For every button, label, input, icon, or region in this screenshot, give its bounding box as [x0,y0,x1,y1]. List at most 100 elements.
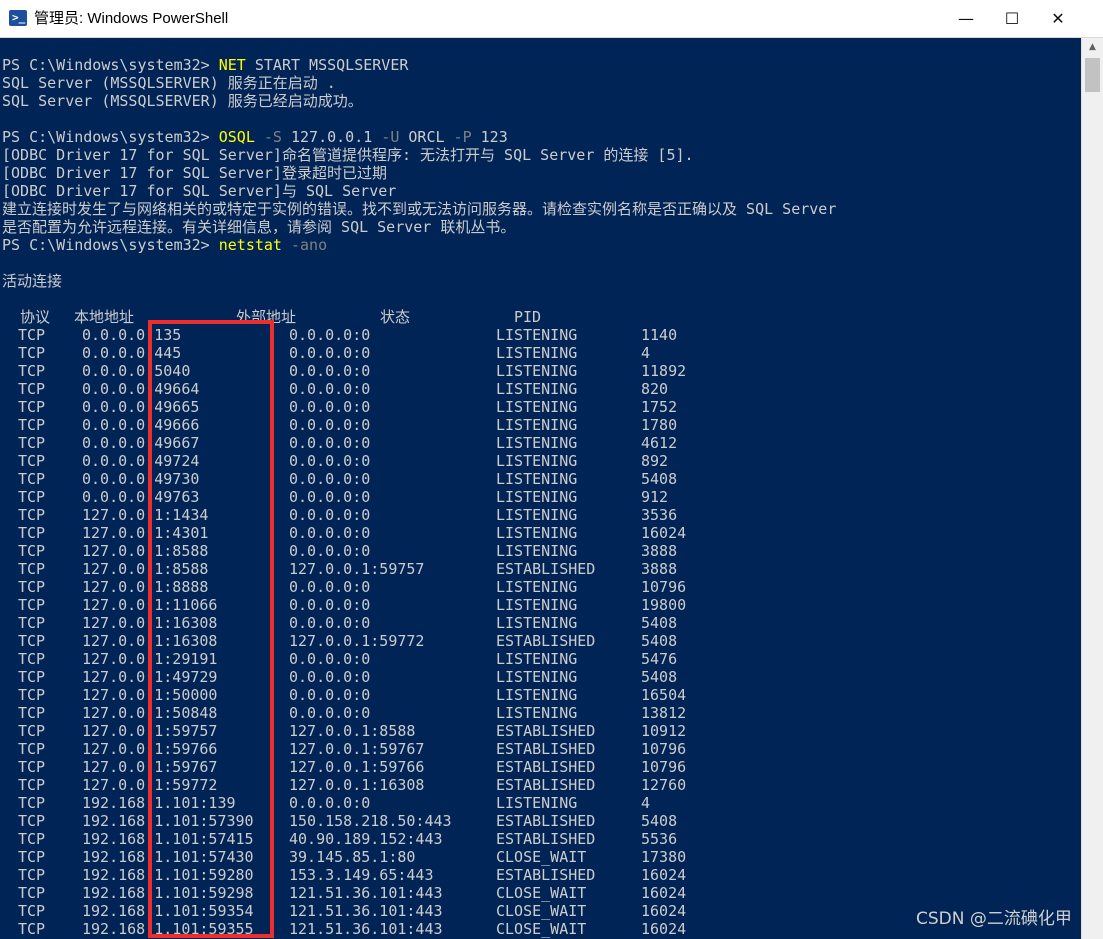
close-button[interactable]: ✕ [1035,0,1081,37]
cell-foreign-address: 127.0.0.1:8588 [289,722,416,740]
cell-foreign-address: 0.0.0.0:0 [289,524,371,542]
cell-proto: TCP [18,362,46,380]
cell-state: CLOSE_WAIT [496,902,587,920]
cell-proto: TCP [18,524,46,542]
cell-proto: TCP [18,632,46,650]
scroll-thumb[interactable] [1085,58,1100,92]
header-local-address: 本地地址 [74,308,135,326]
cell-pid: 1140 [641,326,678,344]
cell-proto: TCP [18,722,46,740]
cell-foreign-address: 0.0.0.0:0 [289,362,371,380]
cell-pid: 16024 [641,524,687,542]
cell-proto: TCP [18,326,46,344]
cell-state: LISTENING [496,488,578,506]
cell-state: LISTENING [496,416,578,434]
output-line: SQL Server (MSSQLSERVER) 服务已经启动成功。 [2,92,363,110]
cell-proto: TCP [18,488,46,506]
cell-state: ESTABLISHED [496,812,596,830]
prompt-line-netstat: PS C:\Windows\system32> netstat -ano [2,236,327,254]
maximize-button[interactable]: ☐ [989,0,1035,37]
cell-proto: TCP [18,848,46,866]
cell-proto: TCP [18,578,46,596]
cell-state: ESTABLISHED [496,866,596,884]
command-name: OSQL [218,128,255,146]
cell-proto: TCP [18,740,46,758]
header-proto: 协议 [20,308,51,326]
cell-proto: TCP [18,344,46,362]
cell-foreign-address: 39.145.85.1:80 [289,848,416,866]
cell-pid: 16504 [641,686,687,704]
output-line: [ODBC Driver 17 for SQL Server]与 SQL Ser… [2,182,397,200]
cell-foreign-address: 127.0.0.1:16308 [289,776,425,794]
cell-foreign-address: 0.0.0.0:0 [289,686,371,704]
title-bar[interactable]: >_ 管理员: Windows PowerShell — ☐ ✕ [0,0,1103,38]
cell-pid: 16024 [641,902,687,920]
cell-state: LISTENING [496,578,578,596]
cell-state: LISTENING [496,704,578,722]
cell-foreign-address: 0.0.0.0:0 [289,380,371,398]
scroll-up-arrow-icon[interactable]: ▲ [1082,38,1103,56]
cell-pid: 5408 [641,668,678,686]
cell-pid: 5408 [641,614,678,632]
cell-pid: 1780 [641,416,678,434]
cell-foreign-address: 121.51.36.101:443 [289,884,443,902]
prompt-line-net-start: PS C:\Windows\system32> NET START MSSQLS… [2,56,408,74]
cell-pid: 4 [641,344,651,362]
header-state: 状态 [380,308,411,326]
cell-proto: TCP [18,686,46,704]
cell-pid: 10796 [641,758,687,776]
cell-pid: 5536 [641,830,678,848]
cell-state: LISTENING [496,614,578,632]
cell-pid: 1752 [641,398,678,416]
cell-state: LISTENING [496,596,578,614]
vertical-scrollbar[interactable]: ▲ [1081,38,1103,939]
cell-state: ESTABLISHED [496,722,596,740]
cell-pid: 17380 [641,848,687,866]
command-name: netstat [218,236,282,254]
minimize-button[interactable]: — [943,0,989,37]
cell-foreign-address: 0.0.0.0:0 [289,794,371,812]
param-flag: -U [372,128,400,146]
cell-proto: TCP [18,830,46,848]
cell-proto: TCP [18,704,46,722]
cell-foreign-address: 0.0.0.0:0 [289,470,371,488]
command-args: -ano [281,236,328,254]
cell-state: LISTENING [496,470,578,488]
section-title: 活动连接 [2,272,63,290]
cell-pid: 912 [641,488,669,506]
cell-proto: TCP [18,794,46,812]
cell-foreign-address: 0.0.0.0:0 [289,434,371,452]
cell-foreign-address: 0.0.0.0:0 [289,452,371,470]
cell-pid: 892 [641,452,669,470]
cell-state: CLOSE_WAIT [496,848,587,866]
cell-state: LISTENING [496,542,578,560]
prompt: PS C:\Windows\system32> [2,236,219,254]
cell-foreign-address: 0.0.0.0:0 [289,668,371,686]
cell-state: LISTENING [496,668,578,686]
cell-pid: 4612 [641,434,678,452]
cell-foreign-address: 0.0.0.0:0 [289,596,371,614]
param-value: 127.0.0.1 [281,128,373,146]
output-line: [ODBC Driver 17 for SQL Server]登录超时已过期 [2,164,387,182]
cell-state: LISTENING [496,398,578,416]
cell-foreign-address: 0.0.0.0:0 [289,704,371,722]
cell-pid: 4 [641,794,651,812]
cell-proto: TCP [18,560,46,578]
cell-pid: 3888 [641,560,678,578]
cell-foreign-address: 0.0.0.0:0 [289,614,371,632]
cell-foreign-address: 0.0.0.0:0 [289,578,371,596]
cell-state: CLOSE_WAIT [496,884,587,902]
cell-foreign-address: 150.158.218.50:443 [289,812,452,830]
annotation-highlight-box [148,320,274,938]
cell-proto: TCP [18,668,46,686]
cell-state: LISTENING [496,344,578,362]
cell-foreign-address: 0.0.0.0:0 [289,488,371,506]
cell-state: LISTENING [496,452,578,470]
cell-proto: TCP [18,902,46,920]
cell-proto: TCP [18,398,46,416]
cell-proto: TCP [18,470,46,488]
cell-proto: TCP [18,542,46,560]
cell-proto: TCP [18,452,46,470]
cell-foreign-address: 121.51.36.101:443 [289,902,443,920]
cell-state: ESTABLISHED [496,830,596,848]
